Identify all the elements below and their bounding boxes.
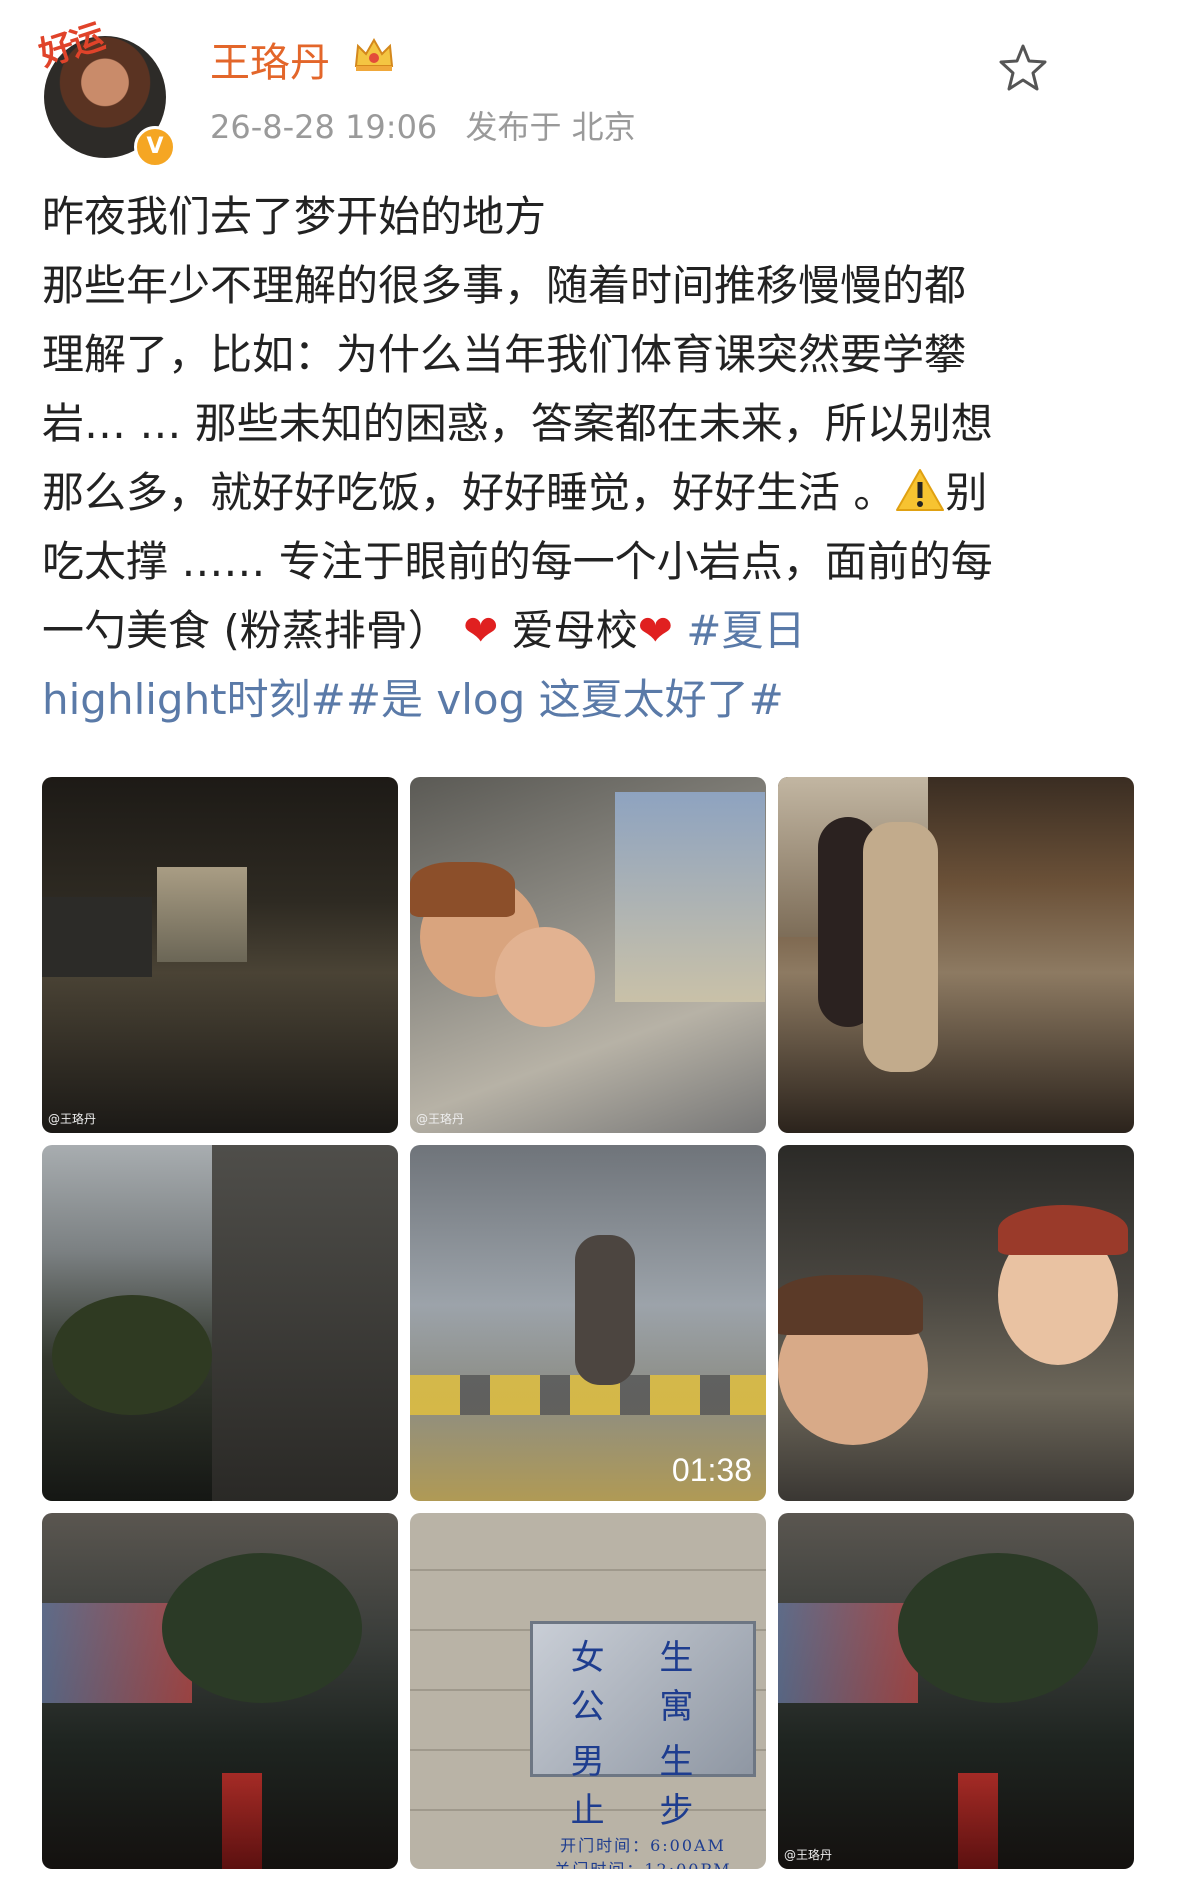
text-line: 岩… … 那些未知的困惑，答案都在未来，所以别想: [42, 399, 993, 448]
video-thumbnail[interactable]: 01:38: [410, 1145, 766, 1501]
heart-icon: ❤: [637, 606, 673, 655]
video-duration: 01:38: [671, 1452, 752, 1488]
photo-thumbnail[interactable]: @王珞丹: [410, 777, 766, 1133]
text-line: 那么多，就好好吃饭，好好睡觉，好好生活 。别: [42, 458, 1142, 527]
sign-line: 女 生 公 寓: [570, 1638, 716, 1727]
sign-line: 男 生 止 步: [570, 1742, 716, 1831]
dormitory-sign: 女 生 公 寓 男 生 止 步 开门时间：6:00AM 关门时间：12:00PM: [530, 1621, 756, 1869]
photo-thumbnail[interactable]: @王珞丹: [778, 1513, 1134, 1869]
sign-line: 开门时间：6:00AM: [560, 1836, 726, 1855]
heart-icon: ❤: [463, 606, 499, 655]
post-text: 昨夜我们去了梦开始的地方 那些年少不理解的很多事，随着时间推移慢慢的都 理解了，…: [42, 182, 1142, 734]
crown-icon: [354, 37, 394, 71]
text-line: 昨夜我们去了梦开始的地方: [42, 192, 547, 241]
watermark: @王珞丹: [48, 1112, 97, 1126]
text-segment: 爱母校: [511, 606, 638, 655]
hashtag-link[interactable]: highlight时刻##是 vlog 这夏太好了#: [42, 665, 1142, 734]
text-line: 理解了，比如：为什么当年我们体育课突然要学攀: [42, 330, 967, 379]
warning-icon: [896, 469, 945, 511]
watermark: @王珞丹: [784, 1848, 833, 1862]
hashtag-link[interactable]: #夏日: [686, 606, 805, 655]
sign-line: 关门时间：12:00PM: [533, 1856, 753, 1869]
text-segment: 别: [945, 468, 988, 517]
photo-thumbnail[interactable]: 女 生 公 寓 男 生 止 步 开门时间：6:00AM 关门时间：12:00PM: [410, 1513, 766, 1869]
favorite-star-icon[interactable]: [997, 42, 1049, 94]
photo-thumbnail[interactable]: @王珞丹: [42, 777, 398, 1133]
post-timestamp: 26-8-28 19:06: [210, 108, 438, 146]
username[interactable]: 王珞丹: [210, 30, 330, 88]
watermark: @王珞丹: [416, 1112, 465, 1126]
avatar[interactable]: 好运 V: [34, 17, 180, 168]
text-line: 吃太撑 …… 专注于眼前的每一个小岩点，面前的每: [42, 537, 993, 586]
photo-thumbnail[interactable]: [778, 1145, 1134, 1501]
text-line: 一勺美食 (粉蒸排骨） ❤ 爱母校❤ #夏日: [42, 596, 1142, 665]
text-segment: 一勺美食 (粉蒸排骨）: [42, 606, 450, 655]
text-line: 那些年少不理解的很多事，随着时间推移慢慢的都: [42, 261, 967, 310]
photo-thumbnail[interactable]: [778, 777, 1134, 1133]
post-meta: 26-8-28 19:06 发布于 北京: [210, 102, 636, 148]
photo-thumbnail[interactable]: [42, 1145, 398, 1501]
weibo-post: 好运 V 王珞丹 26-8-28 19:06 发布于 北京 昨夜我们去了梦开始的…: [0, 0, 1179, 1884]
verified-icon: V: [134, 126, 176, 168]
photo-thumbnail[interactable]: [42, 1513, 398, 1869]
post-location: 发布于 北京: [465, 108, 636, 146]
photo-grid: @王珞丹 @王珞丹 01:38 女 生 公 寓 男 生 止 步 开门时间：6:0…: [42, 777, 1134, 1869]
text-segment: 那么多，就好好吃饭，好好睡觉，好好生活 。: [42, 468, 896, 517]
